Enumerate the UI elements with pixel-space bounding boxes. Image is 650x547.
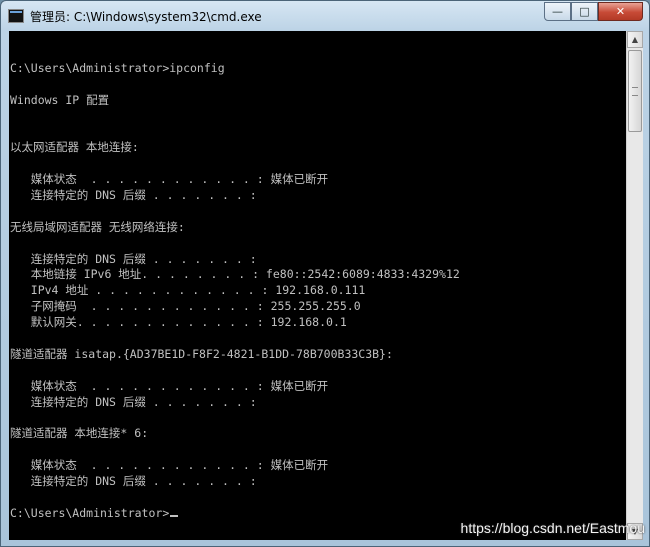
console-line: C:\Users\Administrator> [10, 506, 460, 522]
console-text: C:\Users\Administrator>ipconfig Windows I… [10, 45, 460, 522]
console-line: 连接特定的 DNS 后缀 . . . . . . . : [10, 251, 257, 266]
close-button[interactable]: ✕ [598, 2, 643, 21]
console-line: 媒体状态 . . . . . . . . . . . . : 媒体已断开 [10, 378, 329, 393]
console-line: 连接特定的 DNS 后缀 . . . . . . . : [10, 188, 257, 203]
maximize-button[interactable]: □ [571, 2, 598, 21]
console-line: Windows IP 配置 [10, 92, 110, 107]
console-line: IPv4 地址 . . . . . . . . . . . . : 192.16… [10, 283, 366, 298]
scroll-thumb[interactable] [628, 50, 642, 132]
console-line: 媒体状态 . . . . . . . . . . . . : 媒体已断开 [10, 172, 329, 187]
window-title: 管理员: C:\Windows\system32\cmd.exe [30, 10, 262, 24]
console-line: 以太网适配器 本地连接: [10, 140, 139, 155]
console-line: 默认网关. . . . . . . . . . . . . : 192.168.… [10, 315, 347, 330]
console-line: 无线局域网适配器 无线网络连接: [10, 219, 185, 234]
console-line: 媒体状态 . . . . . . . . . . . . : 媒体已断开 [10, 458, 329, 473]
console-line: C:\Users\Administrator>ipconfig [10, 60, 225, 75]
window-controls: — □ ✕ [544, 2, 643, 22]
title-bar[interactable]: 管理员: C:\Windows\system32\cmd.exe — □ ✕ [1, 1, 649, 31]
console-line: 子网掩码 . . . . . . . . . . . . : 255.255.2… [10, 299, 361, 314]
console-line: 隧道适配器 isatap.{AD37BE1D-F8F2-4821-B1DD-78… [10, 346, 393, 361]
scroll-up-button[interactable]: ▲ [627, 31, 643, 48]
console-line: 连接特定的 DNS 后缀 . . . . . . . : [10, 474, 257, 489]
console-output-area[interactable]: C:\Users\Administrator>ipconfig Windows I… [9, 31, 626, 540]
console-line: 隧道适配器 本地连接* 6: [10, 426, 149, 441]
minimize-button[interactable]: — [544, 2, 571, 21]
text-cursor [170, 514, 179, 517]
cmd-window: 管理员: C:\Windows\system32\cmd.exe — □ ✕ C… [0, 0, 650, 547]
cmd-console-icon[interactable] [8, 9, 24, 23]
watermark-text: https://blog.csdn.net/Eastmou [460, 520, 645, 536]
console-line: 本地链接 IPv6 地址. . . . . . . . : fe80::2542… [10, 267, 460, 282]
console-line: 连接特定的 DNS 后缀 . . . . . . . : [10, 394, 257, 409]
vertical-scrollbar[interactable]: ▲ ▼ [626, 31, 643, 540]
